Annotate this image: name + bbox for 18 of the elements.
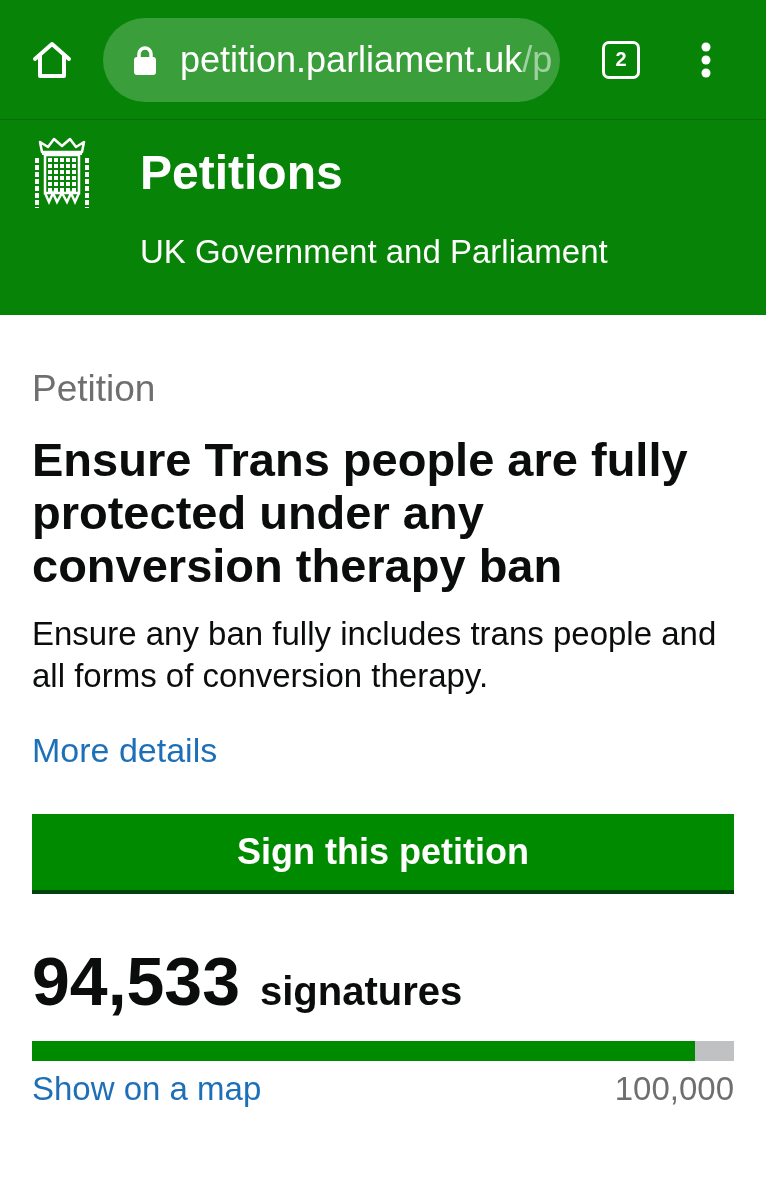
more-details-link[interactable]: More details <box>32 730 218 772</box>
home-icon[interactable] <box>32 40 72 79</box>
tab-switcher-button[interactable]: 2 <box>602 40 640 79</box>
site-subtitle: UK Government and Parliament <box>140 231 608 272</box>
show-on-map-link[interactable]: Show on a map <box>32 1069 262 1109</box>
petition-title: Ensure Trans people are fully protected under any conversion therapy ban <box>32 433 689 593</box>
portcullis-icon <box>32 136 92 211</box>
site-title: Petitions <box>140 145 344 201</box>
menu-icon[interactable] <box>700 41 712 78</box>
url-path: /p <box>522 38 553 81</box>
address-bar[interactable]: petition.parliament.uk/p <box>103 17 560 102</box>
petition-summary: Ensure any ban fully includes trans people and all forms of conversion therapy. <box>32 614 718 697</box>
petition-label: Petition <box>32 367 157 411</box>
sign-petition-button[interactable]: Sign this petition <box>32 814 734 895</box>
signature-count: 94,533 <box>32 944 240 1019</box>
signature-target: 100,000 <box>614 1069 734 1109</box>
signatures-label: signatures <box>260 969 463 1015</box>
url-host: petition.parliament.uk <box>180 38 523 81</box>
